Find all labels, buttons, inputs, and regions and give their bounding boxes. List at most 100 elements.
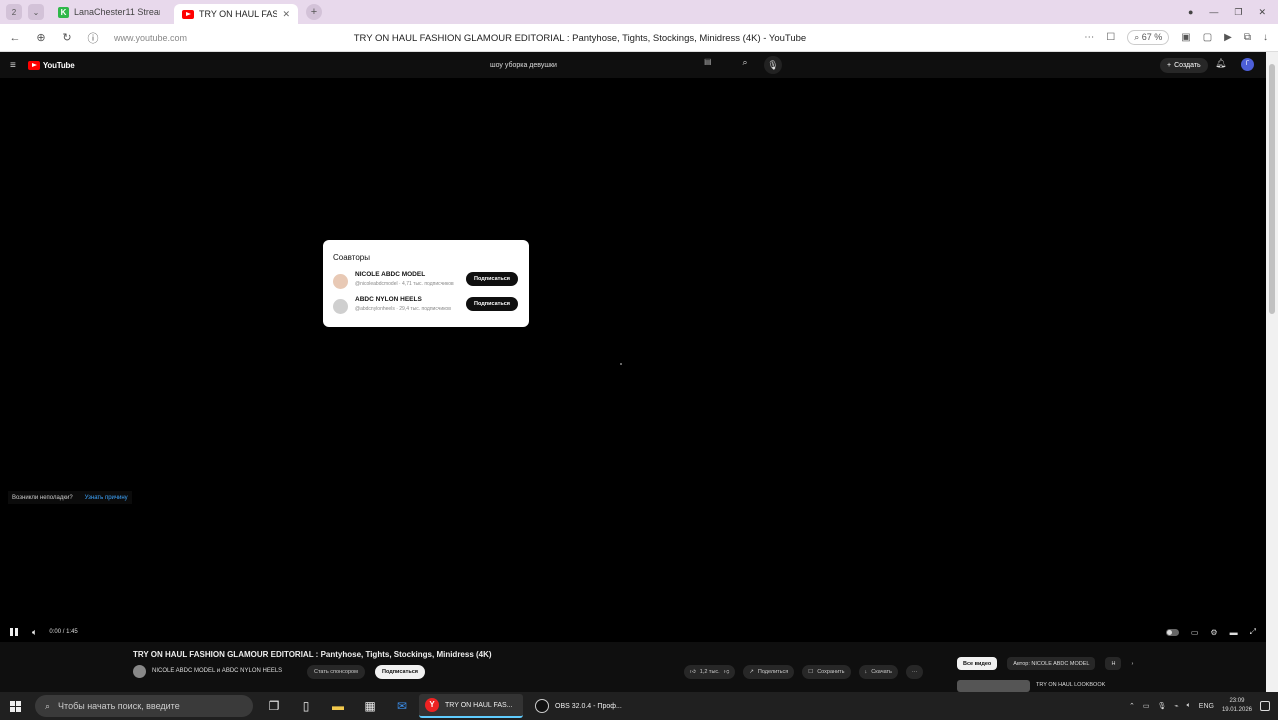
- reload-icon[interactable]: ↻: [56, 31, 78, 44]
- close-tab-icon[interactable]: ✕: [282, 9, 290, 20]
- more-icon[interactable]: ⋯: [1084, 32, 1094, 43]
- collaborator-avatar[interactable]: [333, 274, 348, 289]
- recommendation-chips: Все видео Автор: NICOLE ABDC MODEL Н ›: [957, 657, 1133, 670]
- screenshot-icon[interactable]: ▢: [1203, 32, 1212, 43]
- video-player[interactable]: Соавторы NICOLE ABDC MODEL @nicoleabdcmo…: [0, 78, 1266, 642]
- address-bar-actions: ⋯ ☐ ⌕ 67 % ▣ ▢ ▶ ⧉ ↓: [1084, 30, 1268, 45]
- collaborator-avatar[interactable]: [333, 299, 348, 314]
- create-label: Создать: [1174, 62, 1201, 69]
- share-button[interactable]: ↗ Поделиться: [743, 665, 795, 679]
- file-explorer-icon[interactable]: ▬: [327, 695, 349, 717]
- collaborator-row[interactable]: ABDC NYLON HEELS @abdcnylonheels · 29,4 …: [333, 296, 523, 318]
- play-media-icon[interactable]: ▶: [1224, 32, 1232, 43]
- notifications-bell-icon[interactable]: 🔔︎: [1215, 58, 1226, 69]
- channel-names[interactable]: NICOLE ABDC MODEL и ABDC NYLON HEELS: [152, 668, 282, 674]
- yandex-home-icon[interactable]: ⊕: [30, 31, 52, 44]
- taskbar-app-label: TRY ON HAUL FAS...: [445, 701, 513, 709]
- collaborator-meta: @nicoleabdcmodel · 4,71 тыс. подписчиков: [355, 281, 454, 287]
- fullscreen-icon[interactable]: ⤢: [1250, 627, 1256, 637]
- notification-center-icon[interactable]: [1260, 701, 1270, 711]
- windows-start-icon[interactable]: [10, 700, 21, 712]
- microphone-icon[interactable]: 🎙: [764, 56, 782, 74]
- profile-icon[interactable]: ●: [1188, 7, 1193, 18]
- collaborators-title: Соавторы: [333, 253, 370, 262]
- download-icon[interactable]: ↓: [1263, 32, 1268, 43]
- more-actions-button[interactable]: ···: [905, 665, 924, 679]
- calendar-icon[interactable]: ▦: [359, 695, 381, 717]
- extension-icon[interactable]: ▣: [1181, 32, 1190, 43]
- keyboard-icon[interactable]: ▤: [704, 57, 712, 66]
- search-input[interactable]: шоу уборка девушки: [490, 57, 725, 73]
- bookmark-icon[interactable]: ☐: [1106, 32, 1115, 43]
- chip-author[interactable]: Автор: NICOLE ABDC MODEL: [1007, 657, 1096, 670]
- tray-overflow-icon[interactable]: ⌃: [1129, 702, 1135, 710]
- theater-mode-icon[interactable]: ▬: [1230, 628, 1238, 637]
- site-info-icon[interactable]: ⓘ: [82, 30, 104, 46]
- youtube-logo[interactable]: YouTube: [27, 60, 75, 70]
- scrollbar-thumb[interactable]: [1269, 64, 1275, 314]
- thumbs-up-icon: 👍︎: [690, 669, 696, 675]
- page-scrollbar[interactable]: [1266, 52, 1278, 692]
- clock[interactable]: 23:09 19.01.2026: [1222, 697, 1252, 715]
- subscribe-main-button[interactable]: Подписаться: [375, 665, 425, 679]
- volume-tray-icon[interactable]: 🔈︎: [1187, 702, 1191, 710]
- problem-link[interactable]: Узнать причину: [85, 495, 128, 501]
- download-button[interactable]: ↓ Скачать: [858, 665, 898, 679]
- youtube-logo-text: YouTube: [42, 60, 75, 70]
- taskbar-app-browser[interactable]: Y TRY ON HAUL FAS...: [419, 694, 523, 718]
- mic-tray-icon[interactable]: 🎙: [1157, 702, 1166, 710]
- like-button[interactable]: 👍︎ 1,2 тыс. 👎︎: [684, 665, 736, 679]
- zoom-indicator[interactable]: ⌕ 67 %: [1127, 30, 1170, 45]
- channel-avatar[interactable]: [133, 665, 146, 678]
- chips-next-icon[interactable]: ›: [1131, 661, 1133, 667]
- system-tray: ⌃ ▭ 🎙 ⌁ 🔈︎ ENG 23:09 19.01.2026: [1129, 697, 1270, 715]
- create-button[interactable]: + Создать: [1160, 58, 1208, 73]
- file-icon[interactable]: ▯: [295, 695, 317, 717]
- obs-icon: [535, 699, 549, 713]
- tab-count-badge[interactable]: 2: [6, 4, 22, 20]
- problem-text: Возникли неполадки?: [12, 494, 73, 501]
- collaborators-popup: Соавторы NICOLE ABDC MODEL @nicoleabdcmo…: [323, 240, 529, 327]
- language-indicator[interactable]: ENG: [1199, 703, 1214, 710]
- account-avatar[interactable]: Г: [1241, 58, 1254, 71]
- autoplay-toggle[interactable]: [1165, 628, 1179, 636]
- restore-icon[interactable]: ❐: [1234, 7, 1242, 18]
- tab-youtube[interactable]: TRY ON HAUL FASHIO ✕: [174, 4, 298, 24]
- taskbar-search-placeholder: Чтобы начать поиск, введите: [58, 701, 180, 711]
- menu-icon[interactable]: ≡: [10, 60, 16, 71]
- new-tab-button[interactable]: +: [306, 4, 322, 20]
- recommendation-thumbnail[interactable]: [957, 680, 1030, 692]
- recommendation-title[interactable]: TRY ON HAUL LOOKBOOK: [1036, 682, 1105, 688]
- collections-icon[interactable]: ⧉: [1244, 32, 1251, 43]
- chip-more[interactable]: Н: [1105, 657, 1122, 670]
- settings-gear-icon[interactable]: ⚙: [1210, 628, 1217, 637]
- tab-title: LanaChester11 Stream - I: [74, 7, 160, 17]
- mail-icon[interactable]: ✉: [391, 695, 413, 717]
- kick-favicon-icon: K: [58, 6, 69, 18]
- subscribe-button[interactable]: Подписаться: [466, 297, 518, 311]
- join-button[interactable]: Стать спонсором: [307, 665, 365, 679]
- close-window-icon[interactable]: ✕: [1258, 7, 1266, 18]
- volume-icon[interactable]: 🔈︎: [32, 627, 37, 638]
- save-button[interactable]: ☐ Сохранить: [802, 665, 851, 679]
- dislike-icon[interactable]: 👎︎: [724, 669, 730, 675]
- collaborator-row[interactable]: NICOLE ABDC MODEL @nicoleabdcmodel · 4,7…: [333, 271, 523, 293]
- task-view-icon[interactable]: ❐: [263, 695, 285, 717]
- minimize-icon[interactable]: —: [1209, 7, 1218, 18]
- battery-icon[interactable]: ▭: [1143, 702, 1150, 710]
- taskbar-app-obs[interactable]: OBS 32.0.4 - Проф...: [529, 694, 633, 718]
- subtitles-icon[interactable]: ▭: [1191, 628, 1199, 637]
- chip-all[interactable]: Все видео: [957, 657, 998, 670]
- pause-icon[interactable]: [10, 628, 18, 636]
- url-field[interactable]: www.youtube.com: [114, 33, 314, 43]
- subscribe-button[interactable]: Подписаться: [466, 272, 518, 286]
- tab-list-chevron-icon[interactable]: ⌄: [28, 4, 44, 20]
- tab-lanachester[interactable]: K LanaChester11 Stream - I: [50, 2, 168, 22]
- taskbar-search[interactable]: ⌕ Чтобы начать поиск, введите: [35, 695, 253, 717]
- search-icon[interactable]: ⌕: [735, 57, 755, 73]
- collaborator-name[interactable]: NICOLE ABDC MODEL: [355, 271, 425, 278]
- network-icon[interactable]: ⌁: [1174, 702, 1178, 710]
- collaborator-name[interactable]: ABDC NYLON HEELS: [355, 296, 422, 303]
- back-icon[interactable]: ←: [4, 32, 26, 44]
- playback-problem-notice: Возникли неполадки? Узнать причину: [8, 491, 132, 504]
